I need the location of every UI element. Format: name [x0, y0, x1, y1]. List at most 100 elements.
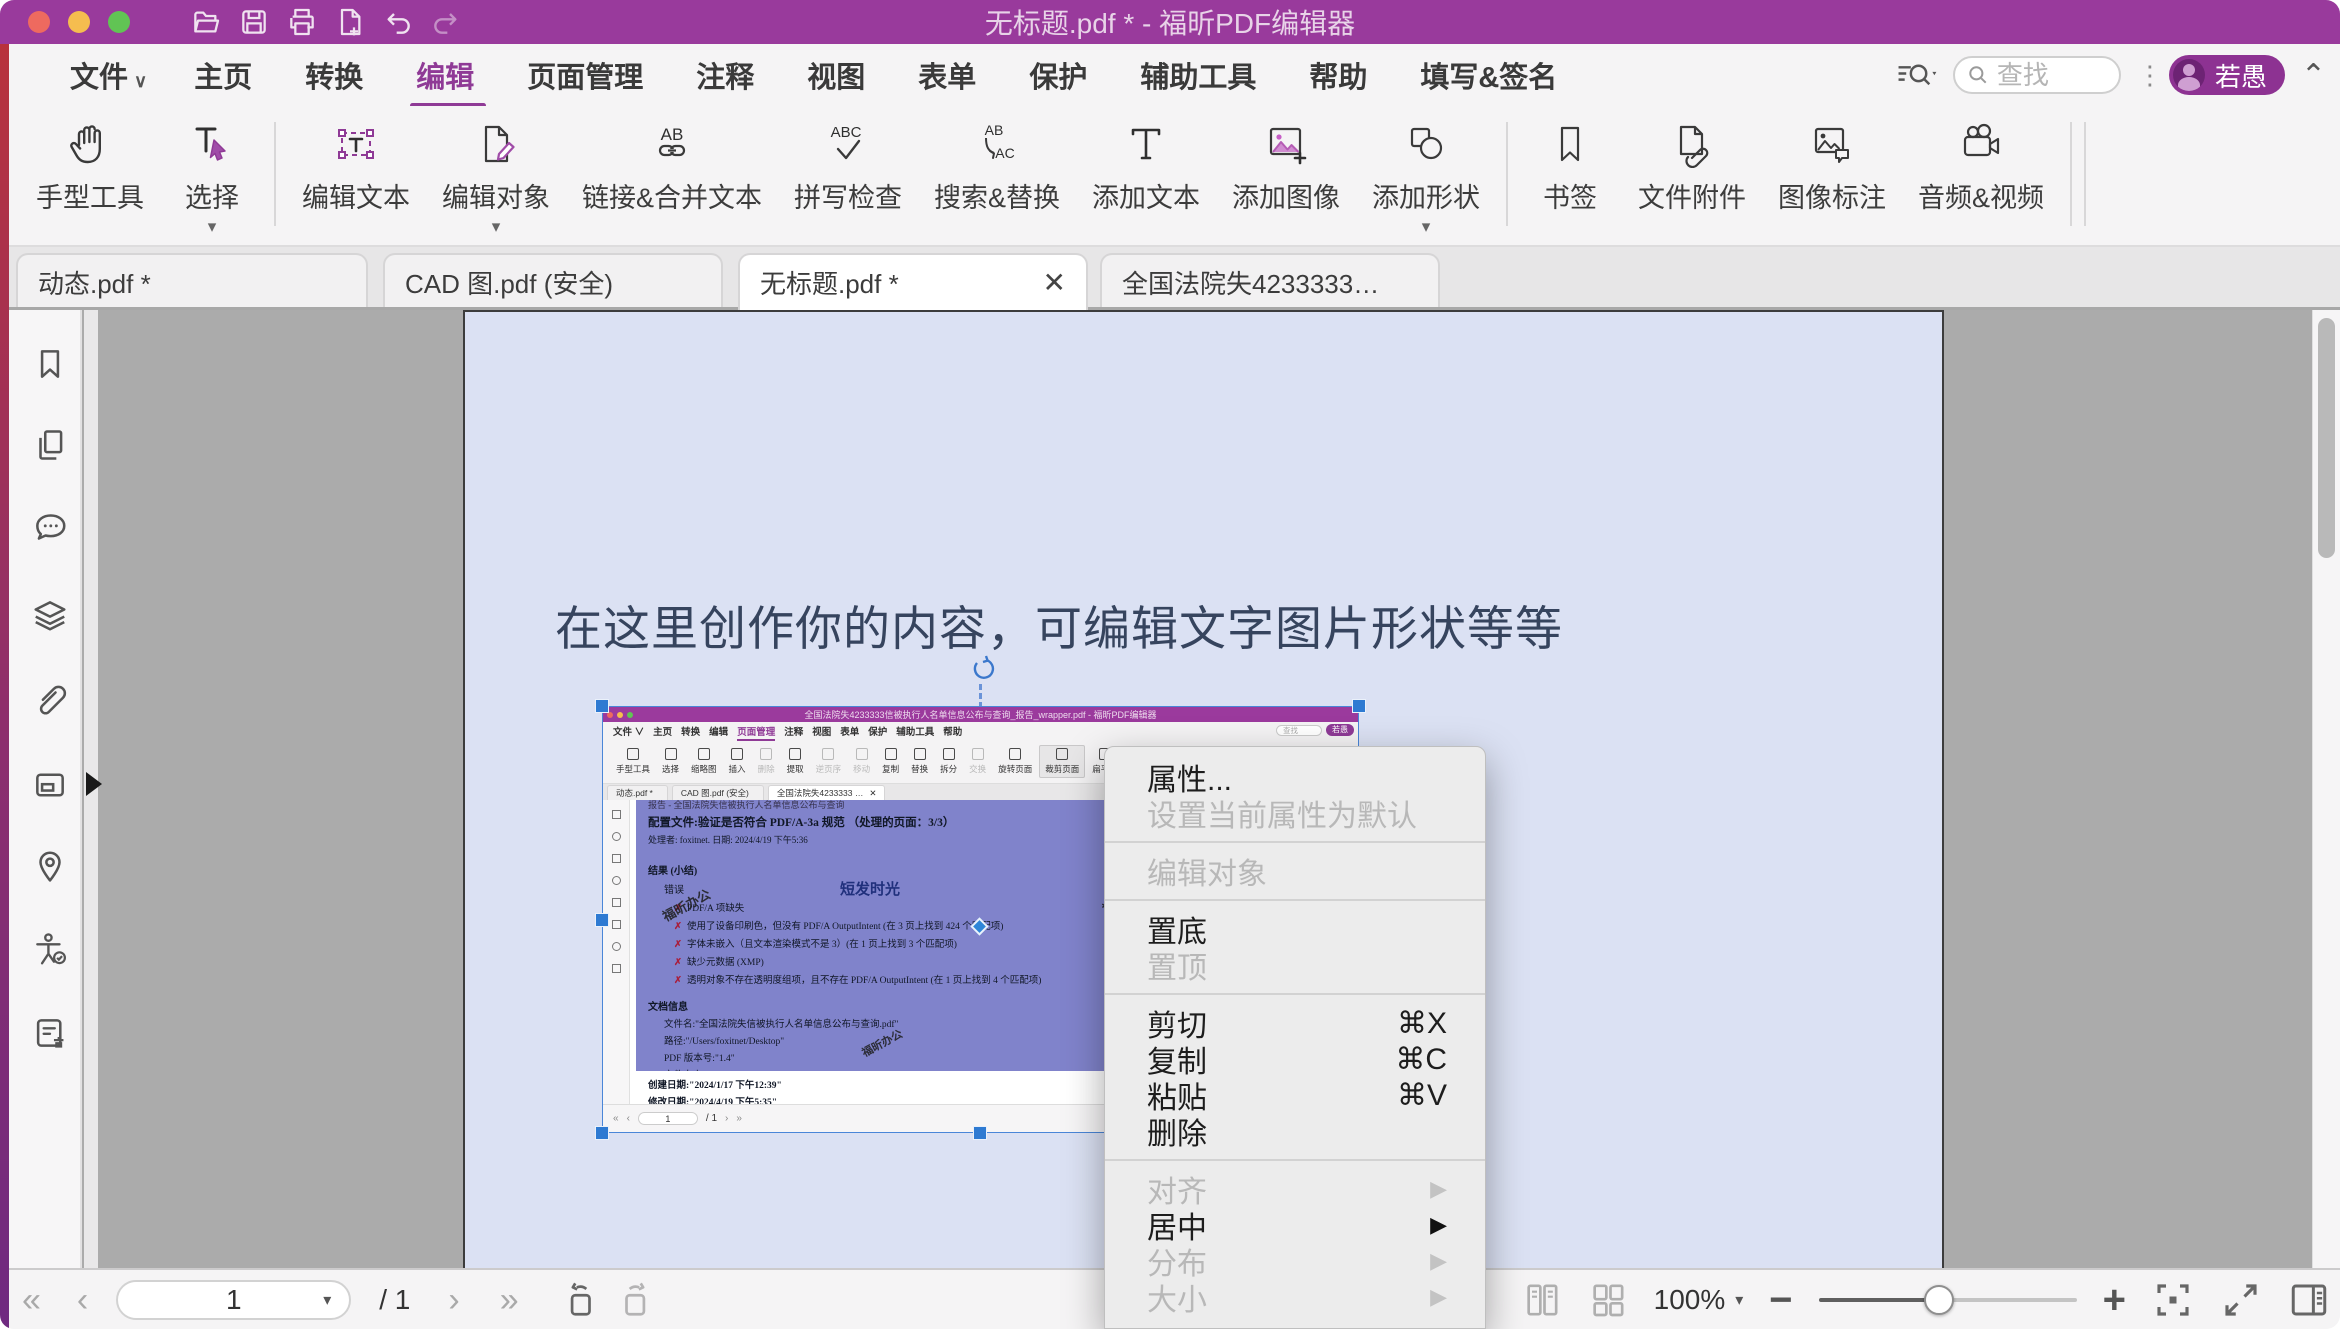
menu-item[interactable]: 帮助 — [1309, 54, 1373, 96]
doc-tab-cad[interactable]: CAD 图.pdf (安全) — [383, 253, 723, 310]
search-replace-button[interactable]: ABAC 搜索&替换 — [918, 116, 1076, 215]
page-heading-text[interactable]: 在这里创作你的内容，可编辑文字图片形状等等 — [555, 590, 1563, 659]
sidebar-accessibility-icon[interactable] — [31, 930, 69, 968]
menu-item[interactable]: 转换 — [305, 54, 369, 96]
context-menu-item-properties[interactable]: 属性... — [1105, 759, 1485, 795]
menu-item[interactable]: 主页 — [194, 54, 258, 96]
rotate-left-icon[interactable] — [561, 1281, 599, 1319]
select-tool-button[interactable]: 选择 ▾ — [160, 116, 264, 215]
embedded-titlebar: 全国法院失4233333信被执行人名单信息公布与查询_报告_wrapper.pd… — [603, 707, 1358, 722]
image-annotation-icon — [1808, 120, 1856, 168]
selection-handle-top-right[interactable] — [1352, 699, 1366, 713]
submenu-arrow-icon: ▶ — [1430, 1248, 1447, 1274]
zoom-dropdown-caret[interactable]: ▾ — [1735, 1290, 1743, 1310]
embedded-menu-item: 辅助工具 — [896, 724, 934, 738]
file-attachment-button[interactable]: 文件附件 — [1622, 116, 1762, 215]
bookmark-button[interactable]: 书签 — [1518, 116, 1622, 215]
add-text-button[interactable]: 添加文本 — [1076, 116, 1216, 215]
zoom-window-button[interactable] — [108, 11, 130, 33]
reading-panel-icon[interactable] — [2288, 1279, 2330, 1321]
page-dropdown-caret[interactable]: ▾ — [323, 1290, 331, 1310]
sidebar-signature-icon[interactable] — [31, 1014, 69, 1052]
rotate-handle-icon[interactable] — [967, 655, 995, 683]
menu-item[interactable]: 页面管理 — [527, 54, 649, 96]
vertical-scrollbar-thumb[interactable] — [2318, 318, 2335, 558]
close-window-button[interactable] — [28, 11, 50, 33]
new-document-icon[interactable] — [334, 6, 366, 38]
hand-tool-button[interactable]: 手型工具 — [20, 116, 160, 215]
undo-icon[interactable] — [382, 6, 414, 38]
zoom-slider[interactable] — [1819, 1280, 2077, 1320]
link-join-text-button[interactable]: AB 链接&合并文本 — [566, 116, 778, 215]
sidebar-expand-handle[interactable] — [86, 772, 102, 796]
search-box[interactable] — [1953, 56, 2121, 94]
selection-handle-bottom-left[interactable] — [595, 1126, 609, 1140]
menu-item[interactable]: 保护 — [1029, 54, 1093, 96]
context-menu-item-center[interactable]: 居中▶ — [1105, 1207, 1485, 1243]
zoom-in-button[interactable]: + — [2103, 1280, 2126, 1320]
context-menu-item-cut[interactable]: 剪切⌘X — [1105, 1005, 1485, 1041]
continuous-view-icon[interactable] — [1588, 1280, 1628, 1320]
user-name: 若愚 — [2215, 57, 2267, 94]
print-icon[interactable] — [286, 6, 318, 38]
menu-item[interactable]: 文件∨ — [70, 54, 147, 96]
first-page-button[interactable]: « — [22, 1283, 41, 1317]
edit-object-dropdown-caret[interactable]: ▾ — [492, 217, 501, 237]
menu-item[interactable]: 表单 — [918, 54, 982, 96]
add-image-button[interactable]: 添加图像 — [1216, 116, 1356, 215]
menu-item[interactable]: 注释 — [696, 54, 760, 96]
selection-handle-bottom-center[interactable] — [973, 1126, 987, 1140]
context-menu-item-delete[interactable]: 删除 — [1105, 1113, 1485, 1149]
sidebar-pages-icon[interactable] — [31, 426, 69, 464]
save-icon[interactable] — [238, 6, 270, 38]
select-dropdown-caret[interactable]: ▾ — [208, 217, 217, 237]
context-menu-item-send-to-back[interactable]: 置底 — [1105, 911, 1485, 947]
doc-tab-court[interactable]: 全国法院失4233333… — [1100, 253, 1440, 310]
zoom-slider-knob[interactable] — [1924, 1285, 1954, 1315]
doc-tab-dongtai[interactable]: 动态.pdf * — [16, 253, 368, 310]
more-options-icon[interactable]: ⋮ — [2137, 71, 2153, 80]
last-page-button[interactable]: » — [500, 1283, 519, 1317]
sidebar-fields-icon[interactable] — [31, 766, 69, 804]
sidebar-bookmarks-icon[interactable] — [31, 345, 69, 383]
add-shape-dropdown-caret[interactable]: ▾ — [1422, 217, 1431, 237]
previous-page-button[interactable]: ‹ — [77, 1283, 88, 1317]
context-menu-item-copy[interactable]: 复制⌘C — [1105, 1041, 1485, 1077]
add-shape-button[interactable]: 添加形状 ▾ — [1356, 116, 1496, 215]
zoom-out-button[interactable]: − — [1769, 1280, 1792, 1320]
fit-page-icon[interactable] — [2152, 1279, 2194, 1321]
search-input[interactable] — [1997, 60, 2097, 91]
minimize-window-button[interactable] — [68, 11, 90, 33]
menu-item[interactable]: 填写&签名 — [1420, 54, 1563, 96]
doc-tab-untitled-active[interactable]: 无标题.pdf *✕ — [738, 253, 1088, 310]
single-page-view-icon[interactable] — [1522, 1280, 1562, 1320]
image-annotation-button[interactable]: 图像标注 — [1762, 116, 1902, 215]
open-file-icon[interactable] — [190, 6, 222, 38]
user-account-chip[interactable]: 若愚 — [2169, 55, 2285, 95]
edit-text-button[interactable]: 编辑文本 — [286, 116, 426, 215]
menu-item[interactable]: 视图 — [807, 54, 871, 96]
rotate-right-icon[interactable] — [617, 1281, 655, 1319]
audio-video-button[interactable]: 音频&视频 — [1902, 116, 2060, 215]
vertical-scrollbar[interactable] — [2312, 310, 2340, 1268]
next-page-button[interactable]: › — [448, 1283, 459, 1317]
redo-icon[interactable] — [430, 6, 462, 38]
sidebar-comments-icon[interactable] — [31, 510, 69, 548]
close-tab-icon[interactable]: ✕ — [1023, 266, 1066, 299]
context-menu-item-paste[interactable]: 粘贴⌘V — [1105, 1077, 1485, 1113]
selection-handle-top-left[interactable] — [595, 699, 609, 713]
sidebar-layers-icon[interactable] — [31, 596, 69, 634]
selection-handle-mid-left[interactable] — [595, 913, 609, 927]
embedded-tool: 插入 — [724, 746, 751, 777]
spell-check-button[interactable]: ABC 拼写检查 — [778, 116, 918, 215]
sidebar-attachments-icon[interactable] — [31, 680, 69, 718]
fullscreen-icon[interactable] — [2220, 1279, 2262, 1321]
zoom-level-label[interactable]: 100% — [1654, 1284, 1726, 1316]
page-number-input[interactable]: 1 ▾ — [116, 1280, 351, 1320]
menu-item[interactable]: 编辑 — [416, 54, 480, 96]
collapse-toolbar-icon[interactable]: ⌃ — [2301, 58, 2326, 93]
menu-item[interactable]: 辅助工具 — [1140, 54, 1262, 96]
edit-object-button[interactable]: 编辑对象 ▾ — [426, 116, 566, 215]
search-filter-icon[interactable] — [1897, 58, 1937, 92]
sidebar-destinations-icon[interactable] — [31, 848, 69, 886]
